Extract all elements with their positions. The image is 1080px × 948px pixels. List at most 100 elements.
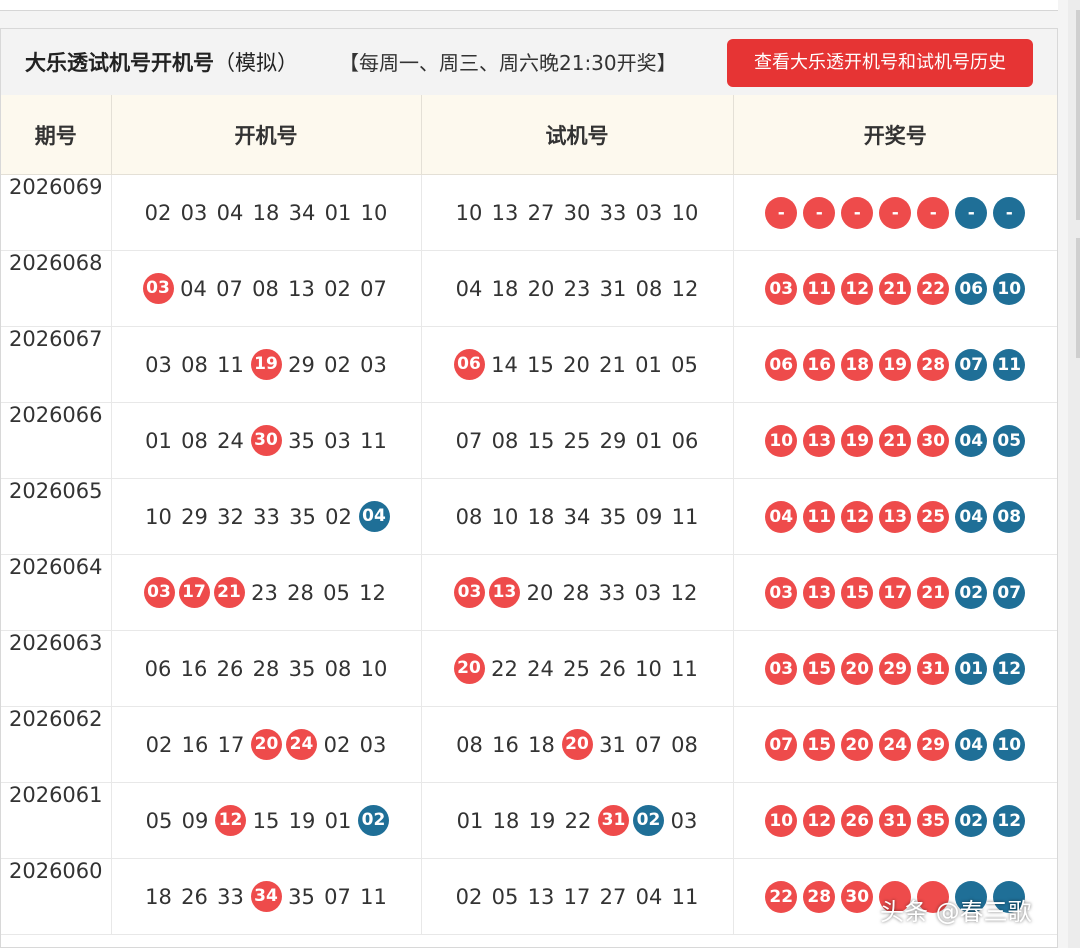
number: 30 (563, 201, 591, 225)
number: 16 (181, 732, 209, 757)
back-zone-ball: 02 (955, 576, 988, 609)
front-zone-ball: 20 (841, 728, 874, 761)
front-zone-ball: 19 (841, 424, 874, 457)
panel-title-sub: （模拟） (214, 51, 298, 75)
number: 29 (181, 504, 208, 529)
number: 02 (144, 201, 172, 225)
history-button[interactable]: 查看大乐透开机号和试机号历史 (727, 39, 1033, 87)
matched-red-ball: 03 (142, 273, 174, 304)
table-row: 2026062 02 16 17 20 24 02 03 08 16 18 20 31 07 08 07 15 2… (1, 706, 1057, 783)
period-cell: 2026063 (1, 630, 112, 707)
number: 13 (288, 276, 315, 301)
table-row: 2026063 06 16 26 28 35 08 10 20 22 24 25 26 10 11 03 15 2… (1, 630, 1057, 707)
draw-cell: 10 13 19 21 30 04 05 (733, 402, 1057, 479)
front-zone-ball: 15 (841, 576, 874, 609)
number: 26 (599, 656, 626, 681)
column-header-test-machine: 试机号 (421, 95, 734, 175)
front-zone-ball: 30 (917, 424, 950, 457)
watermark: 头条 @春三歌 (880, 898, 1032, 926)
period-cell: 2026067 (1, 326, 112, 403)
number: 03 (180, 201, 208, 225)
number: 20 (526, 580, 554, 605)
draw-cell: 03 13 15 17 21 02 07 (733, 554, 1057, 631)
number: 10 (635, 656, 662, 681)
number: 02 (324, 352, 351, 377)
number: 22 (564, 808, 592, 833)
column-header-period: 期号 (1, 95, 112, 175)
front-zone-ball: - (765, 196, 798, 229)
matched-blue-ball: 04 (358, 501, 390, 532)
number: 04 (180, 276, 207, 301)
front-zone-ball: 22 (765, 880, 798, 913)
test-machine-cell: 07 08 15 25 29 01 06 (421, 402, 734, 479)
number: 10 (360, 201, 388, 225)
back-zone-ball: 05 (993, 424, 1026, 457)
number: 35 (599, 505, 627, 529)
matched-red-ball: 03 (143, 577, 175, 608)
matched-red-ball: 30 (250, 425, 282, 456)
number: 04 (455, 277, 483, 301)
front-zone-ball: 15 (803, 728, 836, 761)
front-zone-ball: 10 (765, 804, 798, 837)
back-zone-ball: 04 (955, 728, 988, 761)
test-machine-cell: 08 16 18 20 31 07 08 (421, 706, 734, 783)
front-zone-ball: 17 (879, 576, 912, 609)
number: 03 (360, 352, 387, 377)
number: 12 (359, 580, 386, 605)
front-zone-ball: 31 (917, 652, 950, 685)
back-zone-ball: 02 (955, 804, 988, 837)
front-zone-ball: 12 (803, 804, 836, 837)
period-cell: 2026069 (1, 174, 112, 251)
number: 33 (253, 504, 280, 529)
number: 31 (599, 277, 627, 301)
number: 01 (145, 428, 172, 453)
number: 27 (527, 201, 555, 225)
number: 26 (216, 657, 244, 681)
number: 06 (671, 429, 699, 453)
front-zone-ball: 25 (917, 500, 950, 533)
period-cell: 2026065 (1, 478, 112, 555)
number: 10 (671, 201, 699, 225)
number: 34 (563, 505, 591, 529)
number: 07 (635, 732, 662, 757)
matched-red-ball: 31 (598, 805, 629, 836)
front-zone-ball: 10 (765, 424, 798, 457)
matched-red-ball: 20 (251, 729, 282, 760)
front-zone-ball: 15 (803, 652, 836, 685)
number: 02 (145, 732, 173, 757)
number: 18 (492, 808, 520, 833)
matched-red-ball: 20 (561, 729, 593, 760)
number: 13 (527, 885, 555, 909)
number: 19 (288, 808, 316, 833)
number: 02 (325, 504, 352, 529)
test-machine-cell: 10 13 27 30 33 03 10 (421, 174, 734, 251)
back-zone-ball: 04 (955, 500, 988, 533)
draw-table: 期号 开机号 试机号 开奖号 2026069 02 03 04 18 34 01 10 10 13… (1, 95, 1057, 935)
column-header-draw: 开奖号 (733, 95, 1057, 175)
number: 08 (455, 505, 483, 529)
number: 29 (288, 352, 315, 377)
draw-schedule: 【每周一、周三、周六晚21:30开奖】 (339, 51, 677, 75)
back-zone-ball: 08 (993, 500, 1026, 533)
number: 11 (360, 884, 387, 909)
draw-cell: 03 15 20 29 31 01 12 (733, 630, 1057, 707)
period-cell: 2026066 (1, 402, 112, 479)
number: 17 (217, 732, 245, 757)
front-zone-ball: 29 (879, 652, 912, 685)
number: 18 (528, 732, 555, 757)
table-header-row: 期号 开机号 试机号 开奖号 (1, 95, 1057, 175)
number: 05 (491, 885, 519, 909)
table-row: 2026066 01 08 24 30 35 03 11 07 08 15 25 29 01 06 10 13 1… (1, 402, 1057, 479)
back-zone-ball: 11 (993, 348, 1026, 381)
number: 18 (252, 201, 280, 225)
front-zone-ball: 22 (917, 272, 950, 305)
number: 26 (181, 884, 208, 909)
back-zone-ball: 07 (955, 348, 988, 381)
number: 35 (288, 428, 315, 453)
number: 14 (491, 352, 518, 377)
number: 11 (671, 885, 699, 909)
draw-cell: 06 16 18 19 28 07 11 (733, 326, 1057, 403)
open-machine-cell: 06 16 26 28 35 08 10 (111, 630, 422, 707)
lottery-panel: 大乐透试机号开机号（模拟） 【每周一、周三、周六晚21:30开奖】 查看大乐透开… (0, 28, 1058, 948)
open-machine-cell: 01 08 24 30 35 03 11 (111, 402, 422, 479)
